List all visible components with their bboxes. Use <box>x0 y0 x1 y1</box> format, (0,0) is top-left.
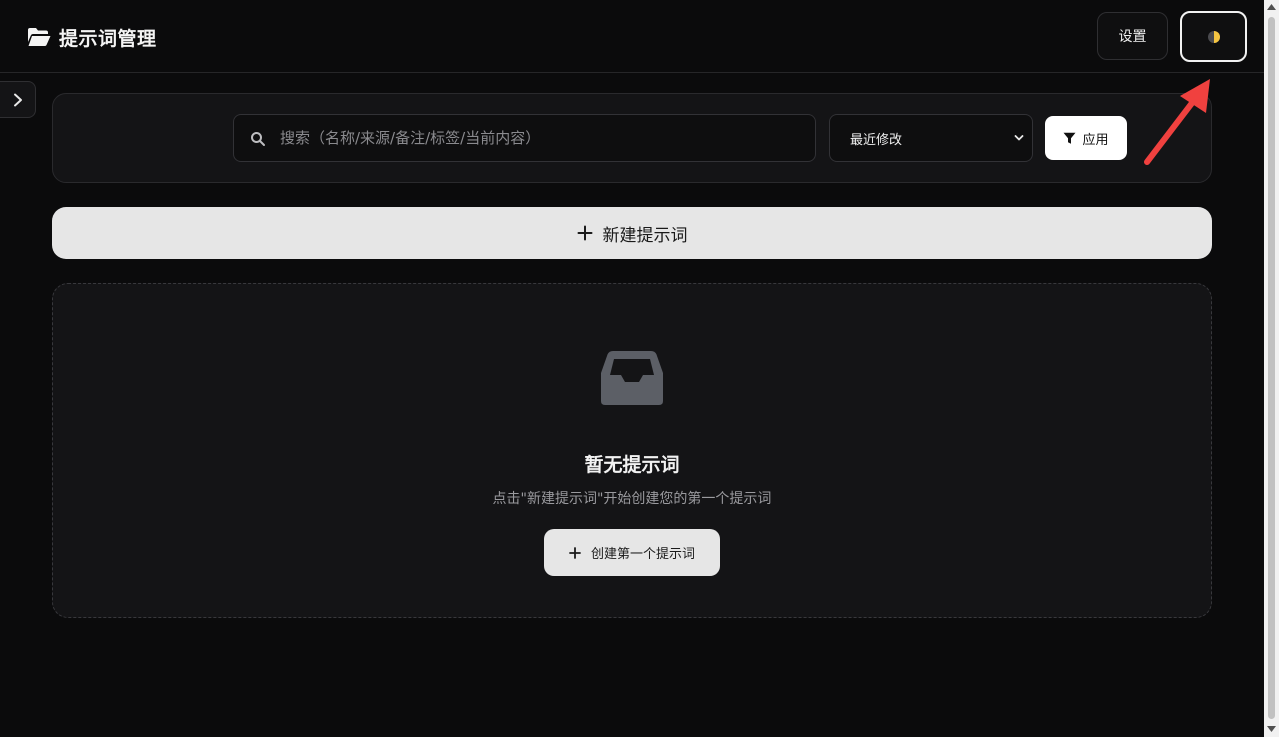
page-title: 提示词管理 <box>59 27 157 50</box>
apply-button[interactable]: 应用 <box>1045 116 1127 160</box>
plus-icon <box>577 225 592 241</box>
chevron-down-icon <box>1014 135 1024 141</box>
plus-icon <box>569 546 581 559</box>
new-prompt-label: 新建提示词 <box>602 225 688 246</box>
filter-bar: 最近修改 应用 <box>52 93 1212 183</box>
sidebar-toggle-button[interactable] <box>0 81 36 118</box>
scroll-up-icon[interactable] <box>1267 4 1276 10</box>
annotation-arrow-icon <box>1144 79 1210 165</box>
empty-state-panel: 暂无提示词 点击"新建提示词"开始创建您的第一个提示词 创建第一个提示词 <box>52 283 1212 618</box>
theme-toggle-button[interactable] <box>1180 11 1247 62</box>
new-prompt-button[interactable]: 新建提示词 <box>52 207 1212 259</box>
search-box <box>233 114 816 162</box>
app-header: 提示词管理 设置 <box>0 0 1264 73</box>
create-first-prompt-button[interactable]: 创建第一个提示词 <box>544 529 720 576</box>
chevron-right-icon <box>13 93 22 106</box>
create-first-prompt-label: 创建第一个提示词 <box>590 547 695 562</box>
search-icon <box>251 132 265 146</box>
half-moon-icon <box>1207 30 1220 43</box>
scroll-down-icon[interactable] <box>1267 726 1276 732</box>
empty-state-description: 点击"新建提示词"开始创建您的第一个提示词 <box>492 491 772 507</box>
filter-icon <box>1063 132 1076 144</box>
brand: 提示词管理 <box>27 24 157 50</box>
scrollbar-thumb[interactable] <box>1268 17 1275 719</box>
apply-label: 应用 <box>1082 132 1109 148</box>
sort-select[interactable]: 最近修改 <box>829 114 1033 162</box>
folder-open-icon <box>28 28 51 46</box>
inbox-icon <box>601 351 663 405</box>
settings-button[interactable]: 设置 <box>1097 12 1168 60</box>
empty-state-title: 暂无提示词 <box>584 454 680 476</box>
search-input[interactable] <box>280 115 810 161</box>
vertical-scrollbar[interactable] <box>1264 0 1279 737</box>
sort-selected-value: 最近修改 <box>850 132 903 148</box>
